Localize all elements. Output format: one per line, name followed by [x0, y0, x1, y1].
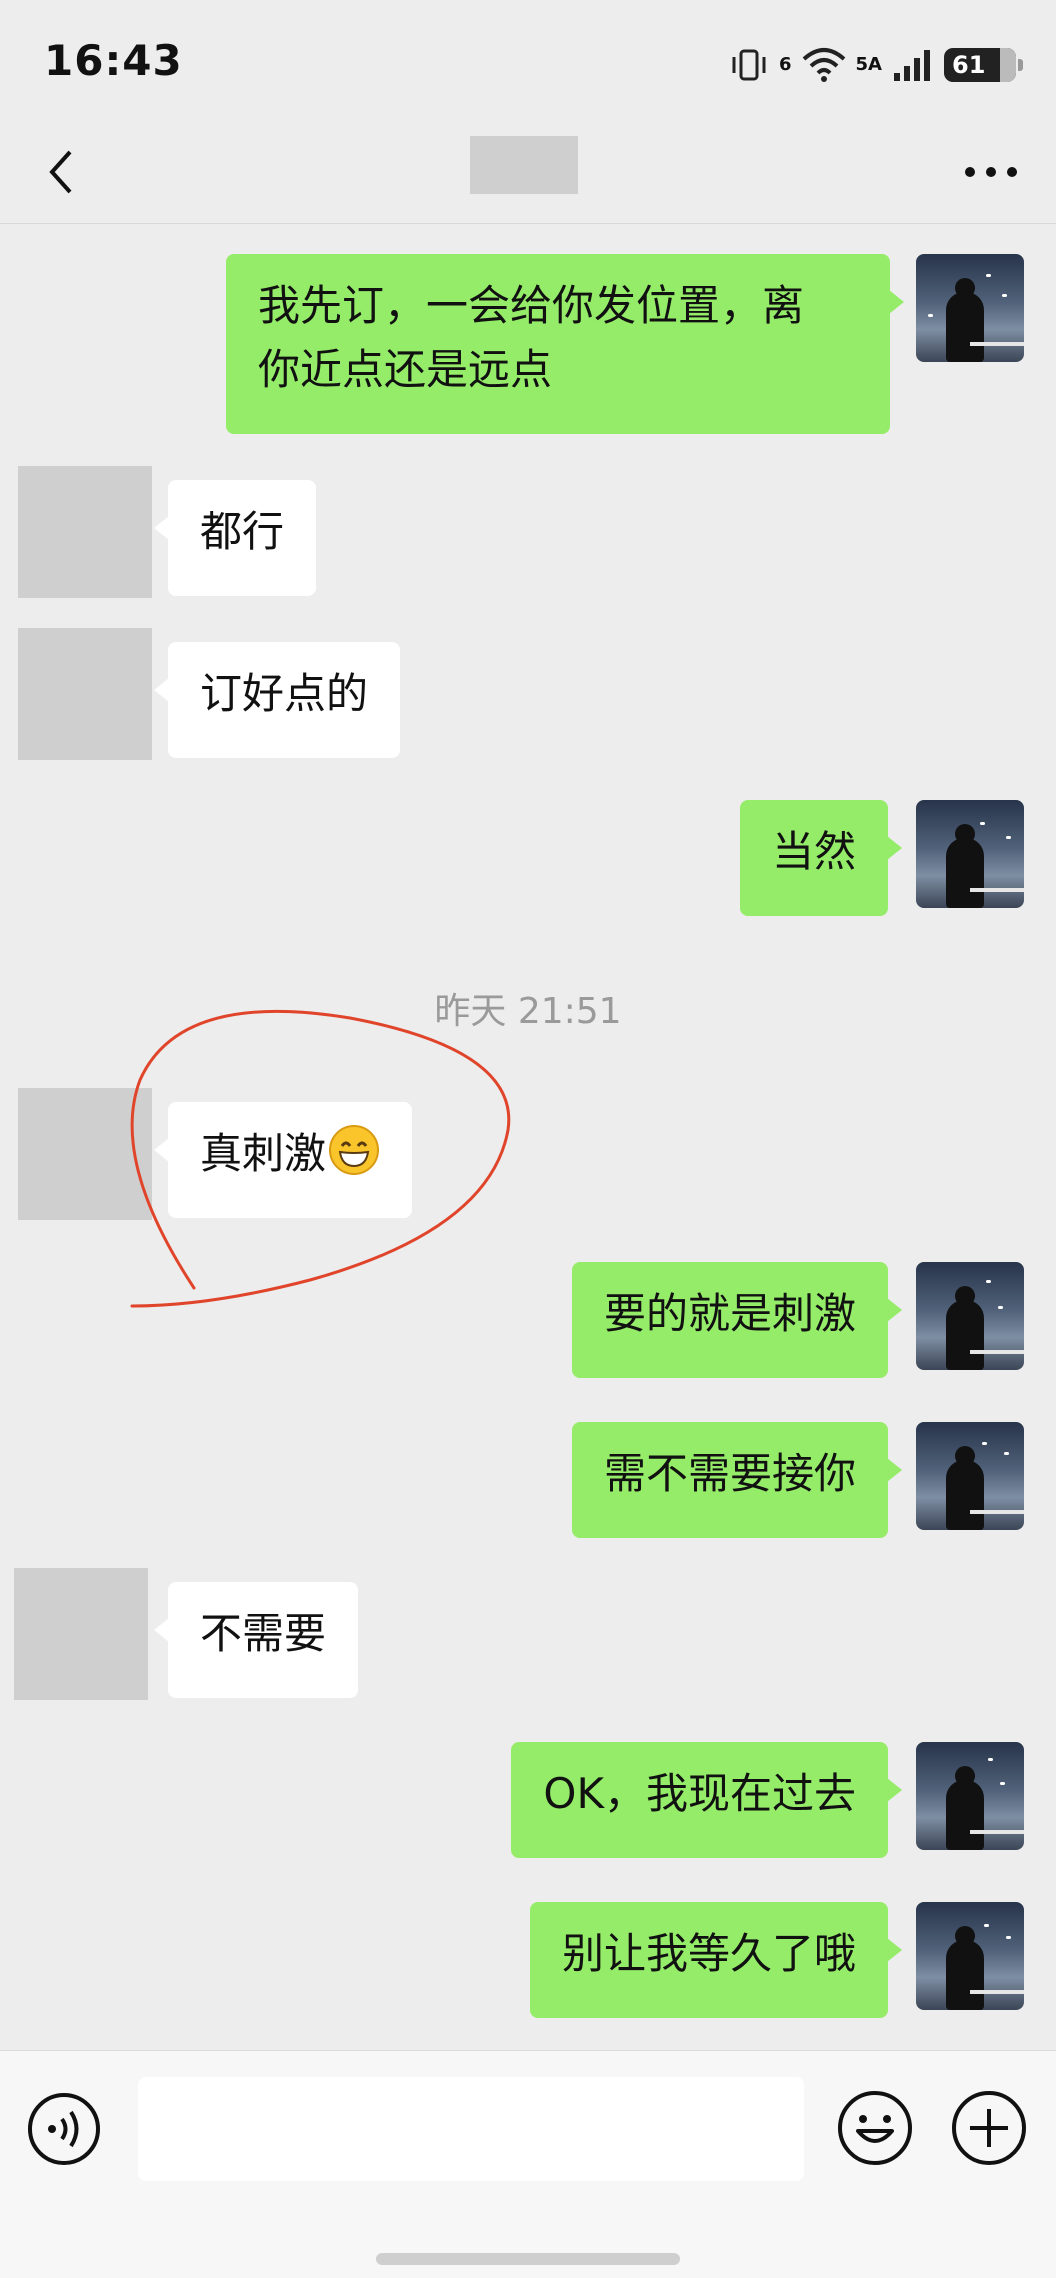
- chevron-left-icon[interactable]: [36, 142, 96, 202]
- input-bar: [0, 2050, 1056, 2278]
- message-bubble-self[interactable]: 我先订，一会给你发位置，离 你近点还是远点: [226, 254, 904, 434]
- network-label: 5A: [855, 54, 882, 75]
- message-bubble-self[interactable]: OK，我现在过去: [511, 1742, 902, 1858]
- message-bubble-other[interactable]: 订好点的: [153, 642, 401, 758]
- wifi-label: 6: [779, 54, 792, 75]
- more-dots-icon[interactable]: [956, 142, 1026, 202]
- message-bubble-other[interactable]: 都行: [153, 480, 317, 596]
- avatar-redacted[interactable]: [18, 1088, 152, 1220]
- avatar-redacted[interactable]: [18, 628, 152, 760]
- message-text: 别让我等久了哦: [561, 1929, 856, 1978]
- signal-icon: [894, 50, 930, 81]
- message-text: 当然: [771, 827, 856, 876]
- chat-title-redacted: [470, 136, 578, 194]
- battery-icon: 61: [944, 48, 1023, 82]
- message-bubble-other[interactable]: 真刺激: [153, 1102, 413, 1218]
- status-bar: 16:43 6 5A 61: [0, 0, 1056, 120]
- chat-header: [0, 120, 1056, 224]
- wifi-icon: [802, 48, 845, 82]
- grinning-face-icon: [329, 1125, 380, 1175]
- message-text: 订好点的: [200, 669, 369, 718]
- battery-level: 61: [952, 51, 986, 79]
- message-text: 不需要: [200, 1609, 327, 1658]
- message-bubble-self[interactable]: 要的就是刺激: [571, 1262, 903, 1378]
- avatar[interactable]: [916, 1902, 1024, 2010]
- message-bubble-other[interactable]: 不需要: [153, 1582, 359, 1698]
- message-text: 我先订，一会给你发位置，离: [258, 281, 805, 330]
- avatar-redacted[interactable]: [14, 1568, 148, 1700]
- home-indicator[interactable]: [376, 2253, 680, 2265]
- message-bubble-self[interactable]: 当然: [739, 800, 903, 916]
- vibrate-icon: [732, 49, 766, 81]
- message-input[interactable]: [138, 2077, 804, 2181]
- avatar-redacted[interactable]: [18, 466, 152, 598]
- status-icons: 6 5A 61: [729, 40, 1023, 90]
- avatar[interactable]: [916, 1422, 1024, 1530]
- message-text: 你近点还是远点: [258, 345, 553, 394]
- message-text: 要的就是刺激: [603, 1289, 856, 1338]
- voice-icon[interactable]: [26, 2091, 102, 2167]
- message-text: 需不需要接你: [603, 1449, 856, 1498]
- emoji-smile-icon[interactable]: [836, 2089, 914, 2167]
- timestamp: 昨天 21:51: [434, 991, 622, 1032]
- message-text: 都行: [200, 507, 285, 556]
- avatar[interactable]: [916, 1262, 1024, 1370]
- avatar[interactable]: [916, 1742, 1024, 1850]
- avatar[interactable]: [916, 254, 1024, 362]
- avatar[interactable]: [916, 800, 1024, 908]
- message-text: 真刺激: [200, 1129, 327, 1178]
- message-bubble-self[interactable]: 别让我等久了哦: [529, 1902, 903, 2018]
- message-text: OK，我现在过去: [543, 1769, 856, 1818]
- plus-circle-icon[interactable]: [950, 2089, 1028, 2167]
- message-bubble-self[interactable]: 需不需要接你: [571, 1422, 903, 1538]
- status-time: 16:43: [44, 36, 183, 85]
